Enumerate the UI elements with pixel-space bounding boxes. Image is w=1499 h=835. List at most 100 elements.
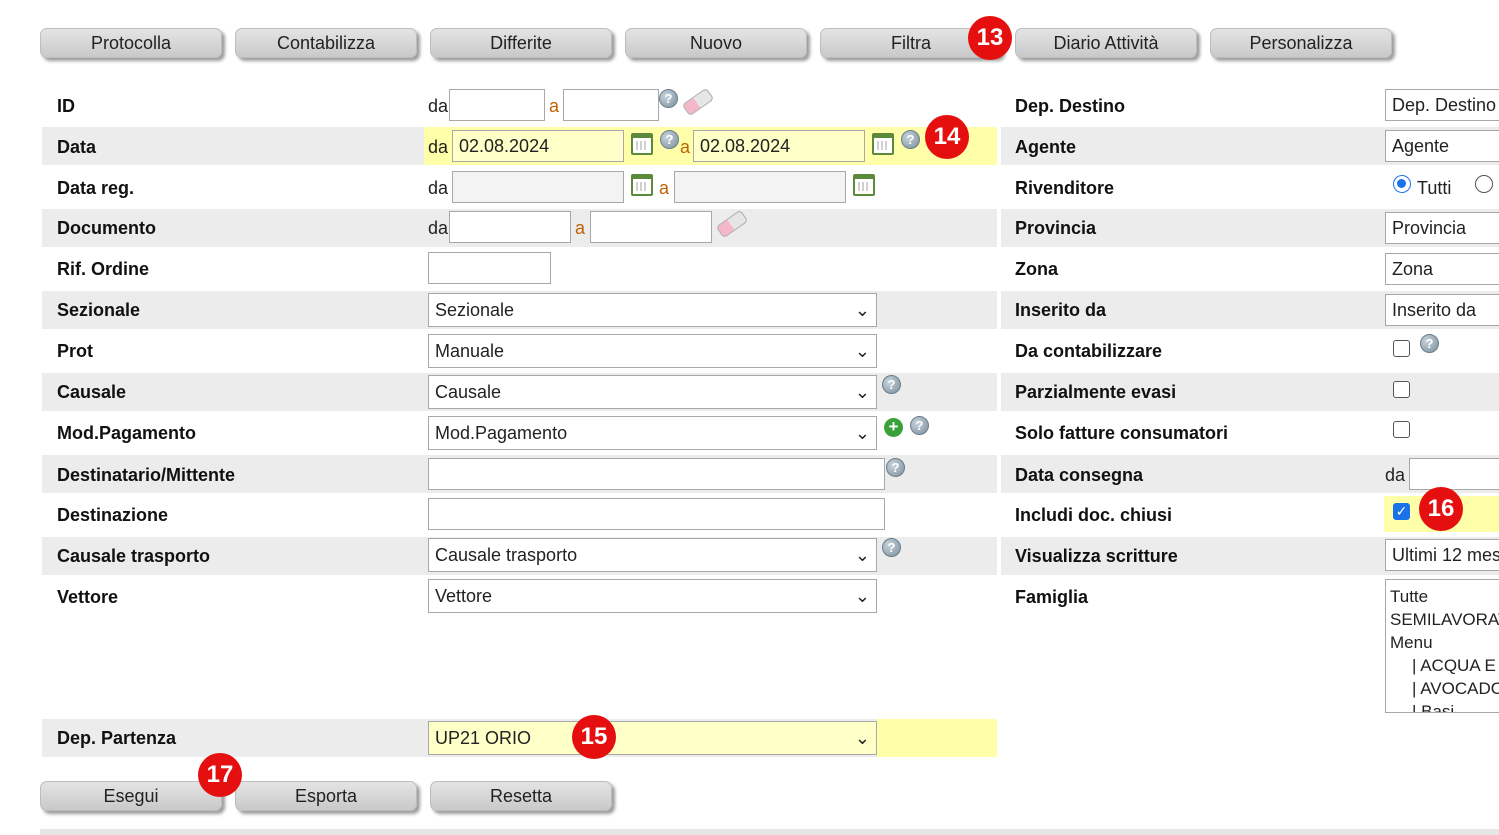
data-reg-from-calendar-icon[interactable] [631, 174, 653, 196]
mod-pagamento-add-icon[interactable]: + [884, 418, 903, 437]
includi-chiusi-checkbox[interactable]: ✓ [1393, 503, 1410, 520]
sezionale-select[interactable]: Sezionale ⌄ [428, 293, 877, 327]
documento-label: Documento [57, 218, 156, 238]
data-reg-from-input[interactable] [452, 171, 624, 203]
personalizza-button[interactable]: Personalizza [1210, 28, 1392, 58]
data-reg-to-input[interactable] [674, 171, 846, 203]
data-to-input[interactable]: 02.08.2024 [693, 130, 865, 162]
documento-da-text: da [428, 218, 449, 238]
diario-attivita-button[interactable]: Diario Attività [1015, 28, 1197, 58]
mod-pagamento-help-icon[interactable]: ? [910, 416, 929, 435]
id-a-text: a [549, 96, 560, 116]
causale-help-icon[interactable]: ? [882, 375, 901, 394]
data-help-icon[interactable]: ? [660, 130, 679, 149]
id-help-icon[interactable]: ? [659, 89, 678, 108]
chevron-down-icon: ⌄ [854, 423, 870, 443]
agente-label: Agente [1015, 137, 1077, 157]
dep-partenza-label: Dep. Partenza [57, 728, 177, 748]
rivenditore-other-radio[interactable] [1475, 175, 1493, 193]
chevron-down-icon: ⌄ [854, 586, 870, 606]
visualizza-scritture-label: Visualizza scritture [1015, 546, 1178, 566]
rif-ordine-label: Rif. Ordine [57, 259, 150, 279]
causale-trasporto-select[interactable]: Causale trasporto ⌄ [428, 538, 877, 572]
destinazione-label: Destinazione [57, 505, 169, 525]
id-from-input[interactable] [449, 89, 545, 121]
famiglia-option[interactable]: | Basi [1390, 700, 1499, 712]
id-to-input[interactable] [563, 89, 659, 121]
chevron-down-icon: ⌄ [854, 341, 870, 361]
mod-pagamento-value: Mod.Pagamento [435, 423, 568, 443]
destinatario-help-icon[interactable]: ? [886, 458, 905, 477]
dep-partenza-select[interactable]: UP21 ORIO ⌄ [428, 721, 877, 755]
data-consegna-label: Data consegna [1015, 465, 1144, 485]
mod-pagamento-select[interactable]: Mod.Pagamento ⌄ [428, 416, 877, 450]
zona-select[interactable]: Zona [1385, 253, 1499, 285]
agente-select[interactable]: Agente [1385, 130, 1499, 162]
dep-destino-select[interactable]: Dep. Destino [1385, 89, 1499, 121]
data-reg-to-calendar-icon[interactable] [853, 174, 875, 196]
differite-button[interactable]: Differite [430, 28, 612, 58]
prot-select[interactable]: Manuale ⌄ [428, 334, 877, 368]
causale-select[interactable]: Causale ⌄ [428, 375, 877, 409]
causale-trasporto-help-icon[interactable]: ? [882, 538, 901, 557]
solo-fatture-checkbox[interactable] [1393, 421, 1410, 438]
contabilizza-button[interactable]: Contabilizza [235, 28, 417, 58]
callout-badge-13: 13 [968, 16, 1012, 60]
solo-fatture-label: Solo fatture consumatori [1015, 423, 1229, 443]
da-contabilizzare-checkbox[interactable] [1393, 340, 1410, 357]
nuovo-button[interactable]: Nuovo [625, 28, 807, 58]
chevron-down-icon: ⌄ [854, 728, 870, 748]
famiglia-listbox[interactable]: Tutte SEMILAVORATI Menu | ACQUA E | AVOC… [1385, 579, 1499, 713]
famiglia-option[interactable]: SEMILAVORATI [1390, 608, 1499, 631]
dep-partenza-highlight [877, 719, 997, 757]
data-da-text: da [428, 137, 449, 157]
da-contabilizzare-label: Da contabilizzare [1015, 341, 1163, 361]
visualizza-scritture-select[interactable]: Ultimi 12 mesi [1385, 539, 1499, 571]
famiglia-option[interactable]: | ACQUA E [1390, 654, 1499, 677]
data-to-help-icon[interactable]: ? [901, 130, 920, 149]
data-consegna-from-input[interactable] [1409, 458, 1499, 490]
data-to-calendar-icon[interactable] [872, 133, 894, 155]
inserito-da-select[interactable]: Inserito da [1385, 294, 1499, 326]
documento-to-input[interactable] [590, 211, 712, 243]
callout-badge-14: 14 [925, 115, 969, 159]
vettore-select[interactable]: Vettore ⌄ [428, 579, 877, 613]
rif-ordine-input[interactable] [428, 252, 551, 284]
provincia-label: Provincia [1015, 218, 1097, 238]
vettore-value: Vettore [435, 586, 493, 606]
parzialmente-evasi-checkbox[interactable] [1393, 381, 1410, 398]
destinatario-label: Destinatario/Mittente [57, 465, 236, 485]
destinatario-input[interactable] [428, 458, 885, 490]
rivenditore-tutti-radio[interactable] [1393, 175, 1411, 193]
provincia-select[interactable]: Provincia [1385, 212, 1499, 244]
da-contabilizzare-help-icon[interactable]: ? [1420, 334, 1439, 353]
data-from-input[interactable]: 02.08.2024 [452, 130, 624, 162]
chevron-down-icon: ⌄ [854, 300, 870, 320]
data-from-calendar-icon[interactable] [631, 133, 653, 155]
protocolla-button[interactable]: Protocolla [40, 28, 222, 58]
documento-from-input[interactable] [449, 211, 571, 243]
causale-label: Causale [57, 382, 127, 402]
data-reg-label: Data reg. [57, 178, 135, 198]
mod-pagamento-label: Mod.Pagamento [57, 423, 197, 443]
causale-trasporto-label: Causale trasporto [57, 546, 211, 566]
id-eraser-icon[interactable] [681, 87, 715, 117]
resetta-button[interactable]: Resetta [430, 781, 612, 811]
famiglia-option[interactable]: Menu [1390, 631, 1499, 654]
esegui-button[interactable]: Esegui [40, 781, 222, 811]
dep-partenza-value: UP21 ORIO [435, 728, 532, 748]
rivenditore-label: Rivenditore [1015, 178, 1115, 198]
causale-value: Causale [435, 382, 502, 402]
prot-value: Manuale [435, 341, 505, 361]
parzialmente-evasi-label: Parzialmente evasi [1015, 382, 1177, 402]
callout-badge-15: 15 [572, 715, 616, 759]
destinazione-input[interactable] [428, 498, 885, 530]
dep-destino-label: Dep. Destino [1015, 96, 1126, 116]
data-reg-da-text: da [428, 178, 449, 198]
vettore-label: Vettore [57, 587, 119, 607]
callout-badge-16: 16 [1419, 487, 1463, 531]
famiglia-option[interactable]: Tutte [1390, 585, 1499, 608]
data-label: Data [57, 137, 97, 157]
famiglia-option[interactable]: | AVOCADO [1390, 677, 1499, 700]
esporta-button[interactable]: Esporta [235, 781, 417, 811]
